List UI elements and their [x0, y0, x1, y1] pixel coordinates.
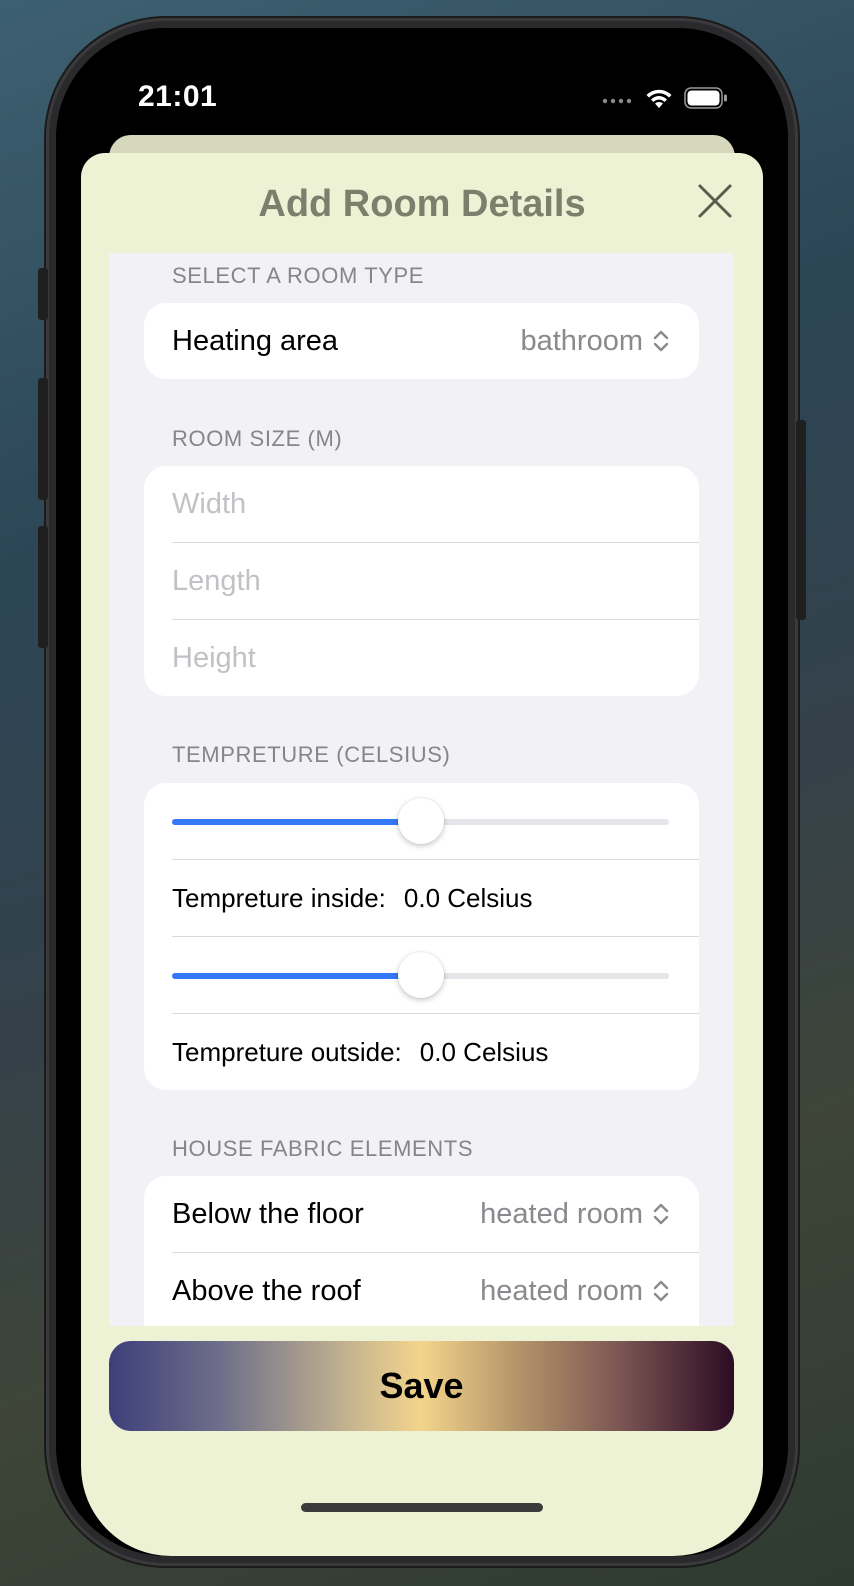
status-icons	[602, 86, 728, 115]
outside-temperature-row: Tempreture outside: 0.0 Celsius	[144, 1014, 699, 1090]
length-placeholder: Length	[172, 564, 261, 597]
save-button-label: Save	[379, 1365, 464, 1406]
add-room-sheet: Add Room Details SELECT A ROOM TYPE Heat…	[81, 153, 763, 1556]
slider-track	[172, 798, 669, 844]
outside-temperature-slider[interactable]	[144, 937, 699, 1013]
below-floor-label: Below the floor	[172, 1197, 364, 1230]
save-button[interactable]: Save	[109, 1341, 734, 1431]
slider-thumb[interactable]	[397, 798, 444, 844]
battery-icon	[684, 87, 728, 114]
volume-down-button	[38, 526, 48, 648]
temperature-card: Tempreture inside: 0.0 Celsius Tempretur…	[144, 783, 699, 1090]
heating-area-value[interactable]: bathroom	[520, 325, 669, 358]
volume-up-button	[38, 268, 48, 320]
inside-temperature-value: 0.0 Celsius	[403, 882, 533, 913]
slider-fill	[172, 819, 421, 825]
height-placeholder: Height	[172, 641, 256, 674]
section-label-house-fabric: HOUSE FABRIC ELEMENTS	[172, 1136, 474, 1161]
inside-temperature-slider[interactable]	[144, 783, 699, 859]
phone-screen: 21:01 Add Room Details SELECT A ROOM TYP…	[56, 28, 788, 1556]
below-floor-value[interactable]: heated room	[480, 1198, 669, 1231]
above-roof-label: Above the roof	[172, 1274, 361, 1307]
below-floor-selected: heated room	[480, 1197, 643, 1230]
room-size-card: Width Length Height	[144, 466, 699, 696]
signal-icon	[602, 92, 634, 110]
room-details-form[interactable]: SELECT A ROOM TYPE Heating area bathroom…	[109, 253, 734, 1326]
above-roof-selected: heated room	[480, 1274, 643, 1307]
height-field[interactable]: Height	[144, 620, 699, 696]
above-roof-picker[interactable]: Above the roof heated room	[144, 1253, 699, 1326]
below-floor-picker[interactable]: Below the floor heated room	[144, 1176, 699, 1252]
outside-temperature-label: Tempreture outside:	[172, 1036, 402, 1067]
section-label-temperature: TEMPRETURE (CELSIUS)	[172, 742, 451, 767]
close-icon	[698, 184, 732, 218]
room-type-card: Heating area bathroom	[144, 303, 699, 379]
heating-area-picker[interactable]: Heating area bathroom	[144, 303, 699, 379]
power-button	[796, 420, 806, 620]
wifi-icon	[644, 86, 674, 115]
chevron-updown-icon	[653, 1203, 669, 1225]
inside-temperature-row: Tempreture inside: 0.0 Celsius	[144, 860, 699, 936]
sheet-title: Add Room Details	[258, 183, 586, 225]
width-placeholder: Width	[172, 487, 247, 520]
section-label-room-type: SELECT A ROOM TYPE	[172, 263, 425, 288]
chevron-updown-icon	[653, 330, 669, 352]
section-label-room-size: ROOM SIZE (M)	[172, 426, 343, 451]
close-button[interactable]	[697, 183, 733, 219]
slider-track	[172, 952, 669, 998]
length-field[interactable]: Length	[144, 543, 699, 619]
house-fabric-card: Below the floor heated room Above the ro…	[144, 1176, 699, 1326]
inside-temperature-label: Tempreture inside:	[172, 882, 386, 913]
width-field[interactable]: Width	[144, 466, 699, 542]
heating-area-label: Heating area	[172, 324, 339, 357]
slider-fill	[172, 973, 421, 979]
status-time: 21:01	[138, 80, 218, 113]
home-indicator	[301, 1503, 543, 1512]
volume-mid-button	[38, 378, 48, 500]
chevron-updown-icon	[653, 1280, 669, 1302]
slider-thumb[interactable]	[397, 952, 444, 998]
outside-temperature-value: 0.0 Celsius	[419, 1036, 549, 1067]
heating-area-selected: bathroom	[520, 324, 643, 357]
above-roof-value[interactable]: heated room	[480, 1275, 669, 1308]
